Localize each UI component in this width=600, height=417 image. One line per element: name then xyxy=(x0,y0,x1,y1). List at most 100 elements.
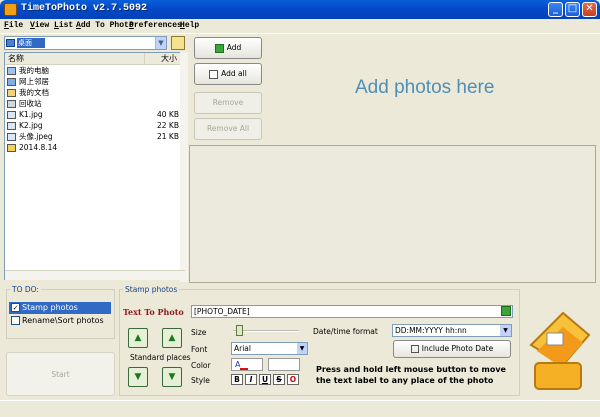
background-color-button[interactable] xyxy=(268,358,300,371)
menu-bar: File View List Add To Photo Preferences … xyxy=(0,19,600,34)
file-size: 21 KB xyxy=(157,132,179,141)
menu-file[interactable]: File xyxy=(4,21,23,30)
font-select-value: Arial xyxy=(234,344,251,353)
checkbox-checked[interactable]: ✓ xyxy=(11,303,20,312)
file-list-item[interactable]: 我的电脑 xyxy=(7,66,183,76)
documents-icon xyxy=(7,89,16,97)
style-label: Style xyxy=(191,376,210,385)
desktop-icon xyxy=(6,39,15,47)
datetime-format-select[interactable]: DD:MM:YYYY hh:nn xyxy=(392,324,512,337)
include-photo-date-label: Include Photo Date xyxy=(421,344,494,353)
size-label: Size xyxy=(191,328,207,337)
file-size: 22 KB xyxy=(157,121,179,130)
todo-stamp-photos[interactable]: ✓ Stamp photos xyxy=(9,302,111,314)
file-list-item[interactable]: K1.jpg 40 KB xyxy=(7,110,183,120)
chevron-down-icon[interactable]: ▼ xyxy=(297,343,307,354)
drag-hint-text: Press and hold left mouse button to move… xyxy=(316,365,506,385)
computer-icon xyxy=(7,67,16,75)
stamp-title: Stamp photos xyxy=(123,285,180,294)
strikeout-button[interactable]: S xyxy=(273,374,285,385)
underline-button[interactable]: U xyxy=(259,374,271,385)
text-color-button[interactable]: A xyxy=(231,358,263,371)
file-list-item[interactable]: 网上邻居 xyxy=(7,77,183,87)
place-top-left-button[interactable]: ▲ xyxy=(128,328,148,348)
todo-group: TO DO: ✓ Stamp photos Rename\Sort photos xyxy=(6,285,115,339)
checkbox-unchecked[interactable] xyxy=(11,316,20,325)
add-button[interactable]: Add xyxy=(194,37,262,59)
todo-title: TO DO: xyxy=(10,285,41,294)
place-top-right-button[interactable]: ▲ xyxy=(162,328,182,348)
close-button[interactable]: ✕ xyxy=(582,2,597,17)
drop-area-text: Add photos here xyxy=(355,77,495,98)
arrow-right-icon xyxy=(214,43,224,53)
file-list-item[interactable]: 2014.8.14 xyxy=(7,143,183,153)
recycle-bin-icon xyxy=(7,100,16,108)
chevron-down-icon[interactable]: ▼ xyxy=(500,325,511,336)
network-icon xyxy=(7,78,16,86)
add-button-label: Add xyxy=(226,43,242,52)
file-name: K1.jpg xyxy=(19,110,43,119)
chevron-down-icon[interactable]: ▼ xyxy=(155,37,166,49)
place-bottom-right-button[interactable]: ▼ xyxy=(162,367,182,387)
datetime-format-value: DD:MM:YYYY hh:nn xyxy=(395,326,467,335)
file-name: 网上邻居 xyxy=(19,77,49,86)
maximize-button[interactable]: □ xyxy=(565,2,580,17)
column-header-name[interactable]: 名称 xyxy=(5,53,145,65)
start-button[interactable]: Start xyxy=(6,352,115,396)
file-name: 回收站 xyxy=(19,99,42,108)
folder-icon xyxy=(7,144,16,152)
file-name: K2.jpg xyxy=(19,121,43,130)
folder-combo[interactable]: 桌面 ▼ xyxy=(4,36,167,50)
menu-view[interactable]: View xyxy=(30,21,49,30)
file-list-item[interactable]: 回收站 xyxy=(7,99,183,109)
title-bar[interactable]: TimeToPhoto v2.7.5092 _ □ ✕ xyxy=(0,0,600,19)
todo-rename-label: Rename\Sort photos xyxy=(22,316,104,325)
size-slider-thumb[interactable] xyxy=(236,325,243,336)
outline-button[interactable]: O xyxy=(287,374,299,385)
text-to-photo-input[interactable]: [PHOTO_DATE] xyxy=(191,305,513,318)
app-icon xyxy=(4,3,17,16)
vertical-scrollbar[interactable] xyxy=(180,52,188,282)
file-name: 我的电脑 xyxy=(19,66,49,75)
folder-combo-value: 桌面 xyxy=(17,38,45,48)
file-list[interactable]: 名称 大小 我的电脑网上邻居我的文档回收站 K1.jpg 40 KB K2.jpg 22… xyxy=(4,52,186,280)
place-bottom-left-button[interactable]: ▼ xyxy=(128,367,148,387)
file-size: 40 KB xyxy=(157,110,179,119)
todo-rename-sort[interactable]: Rename\Sort photos xyxy=(9,315,111,327)
datetime-format-label: Date/time format xyxy=(313,327,378,336)
enter-icon[interactable] xyxy=(501,306,511,316)
file-name: 我的文档 xyxy=(19,88,49,97)
menu-preferences[interactable]: Preferences xyxy=(129,21,182,30)
minimize-button[interactable]: _ xyxy=(548,2,563,17)
menu-list[interactable]: List xyxy=(54,21,73,30)
folder-up-button[interactable] xyxy=(171,36,185,50)
color-label: Color xyxy=(191,361,211,370)
horizontal-scrollbar[interactable] xyxy=(5,270,185,280)
add-all-icon xyxy=(209,69,219,79)
photo-area[interactable] xyxy=(189,145,596,283)
todo-stamp-label: Stamp photos xyxy=(22,303,78,312)
add-all-button-label: Add all xyxy=(221,69,247,78)
menu-help[interactable]: Help xyxy=(180,21,199,30)
calendar-icon xyxy=(410,345,419,353)
include-photo-date-button[interactable]: Include Photo Date xyxy=(393,340,511,358)
menu-add-to-photo[interactable]: Add To Photo xyxy=(76,21,134,30)
remove-all-button[interactable]: Remove All xyxy=(194,118,262,140)
file-list-item[interactable]: K2.jpg 22 KB xyxy=(7,121,183,131)
font-label: Font xyxy=(191,345,208,354)
italic-button[interactable]: I xyxy=(245,374,257,385)
image-icon xyxy=(7,111,16,119)
window-title: TimeToPhoto v2.7.5092 xyxy=(21,3,148,14)
bold-button[interactable]: B xyxy=(231,374,243,385)
file-name: 2014.8.14 xyxy=(19,143,58,152)
add-all-button[interactable]: Add all xyxy=(194,63,262,85)
file-list-item[interactable]: 头像.jpeg 21 KB xyxy=(7,132,183,142)
text-to-photo-label: Text To Photo xyxy=(123,307,184,317)
remove-button[interactable]: Remove xyxy=(194,92,262,114)
standard-places-label: Standard places xyxy=(130,353,191,362)
column-header-size[interactable]: 大小 xyxy=(145,53,181,65)
file-list-item[interactable]: 我的文档 xyxy=(7,88,183,98)
image-icon xyxy=(7,122,16,130)
file-name: 头像.jpeg xyxy=(19,132,53,141)
image-icon xyxy=(7,133,16,141)
